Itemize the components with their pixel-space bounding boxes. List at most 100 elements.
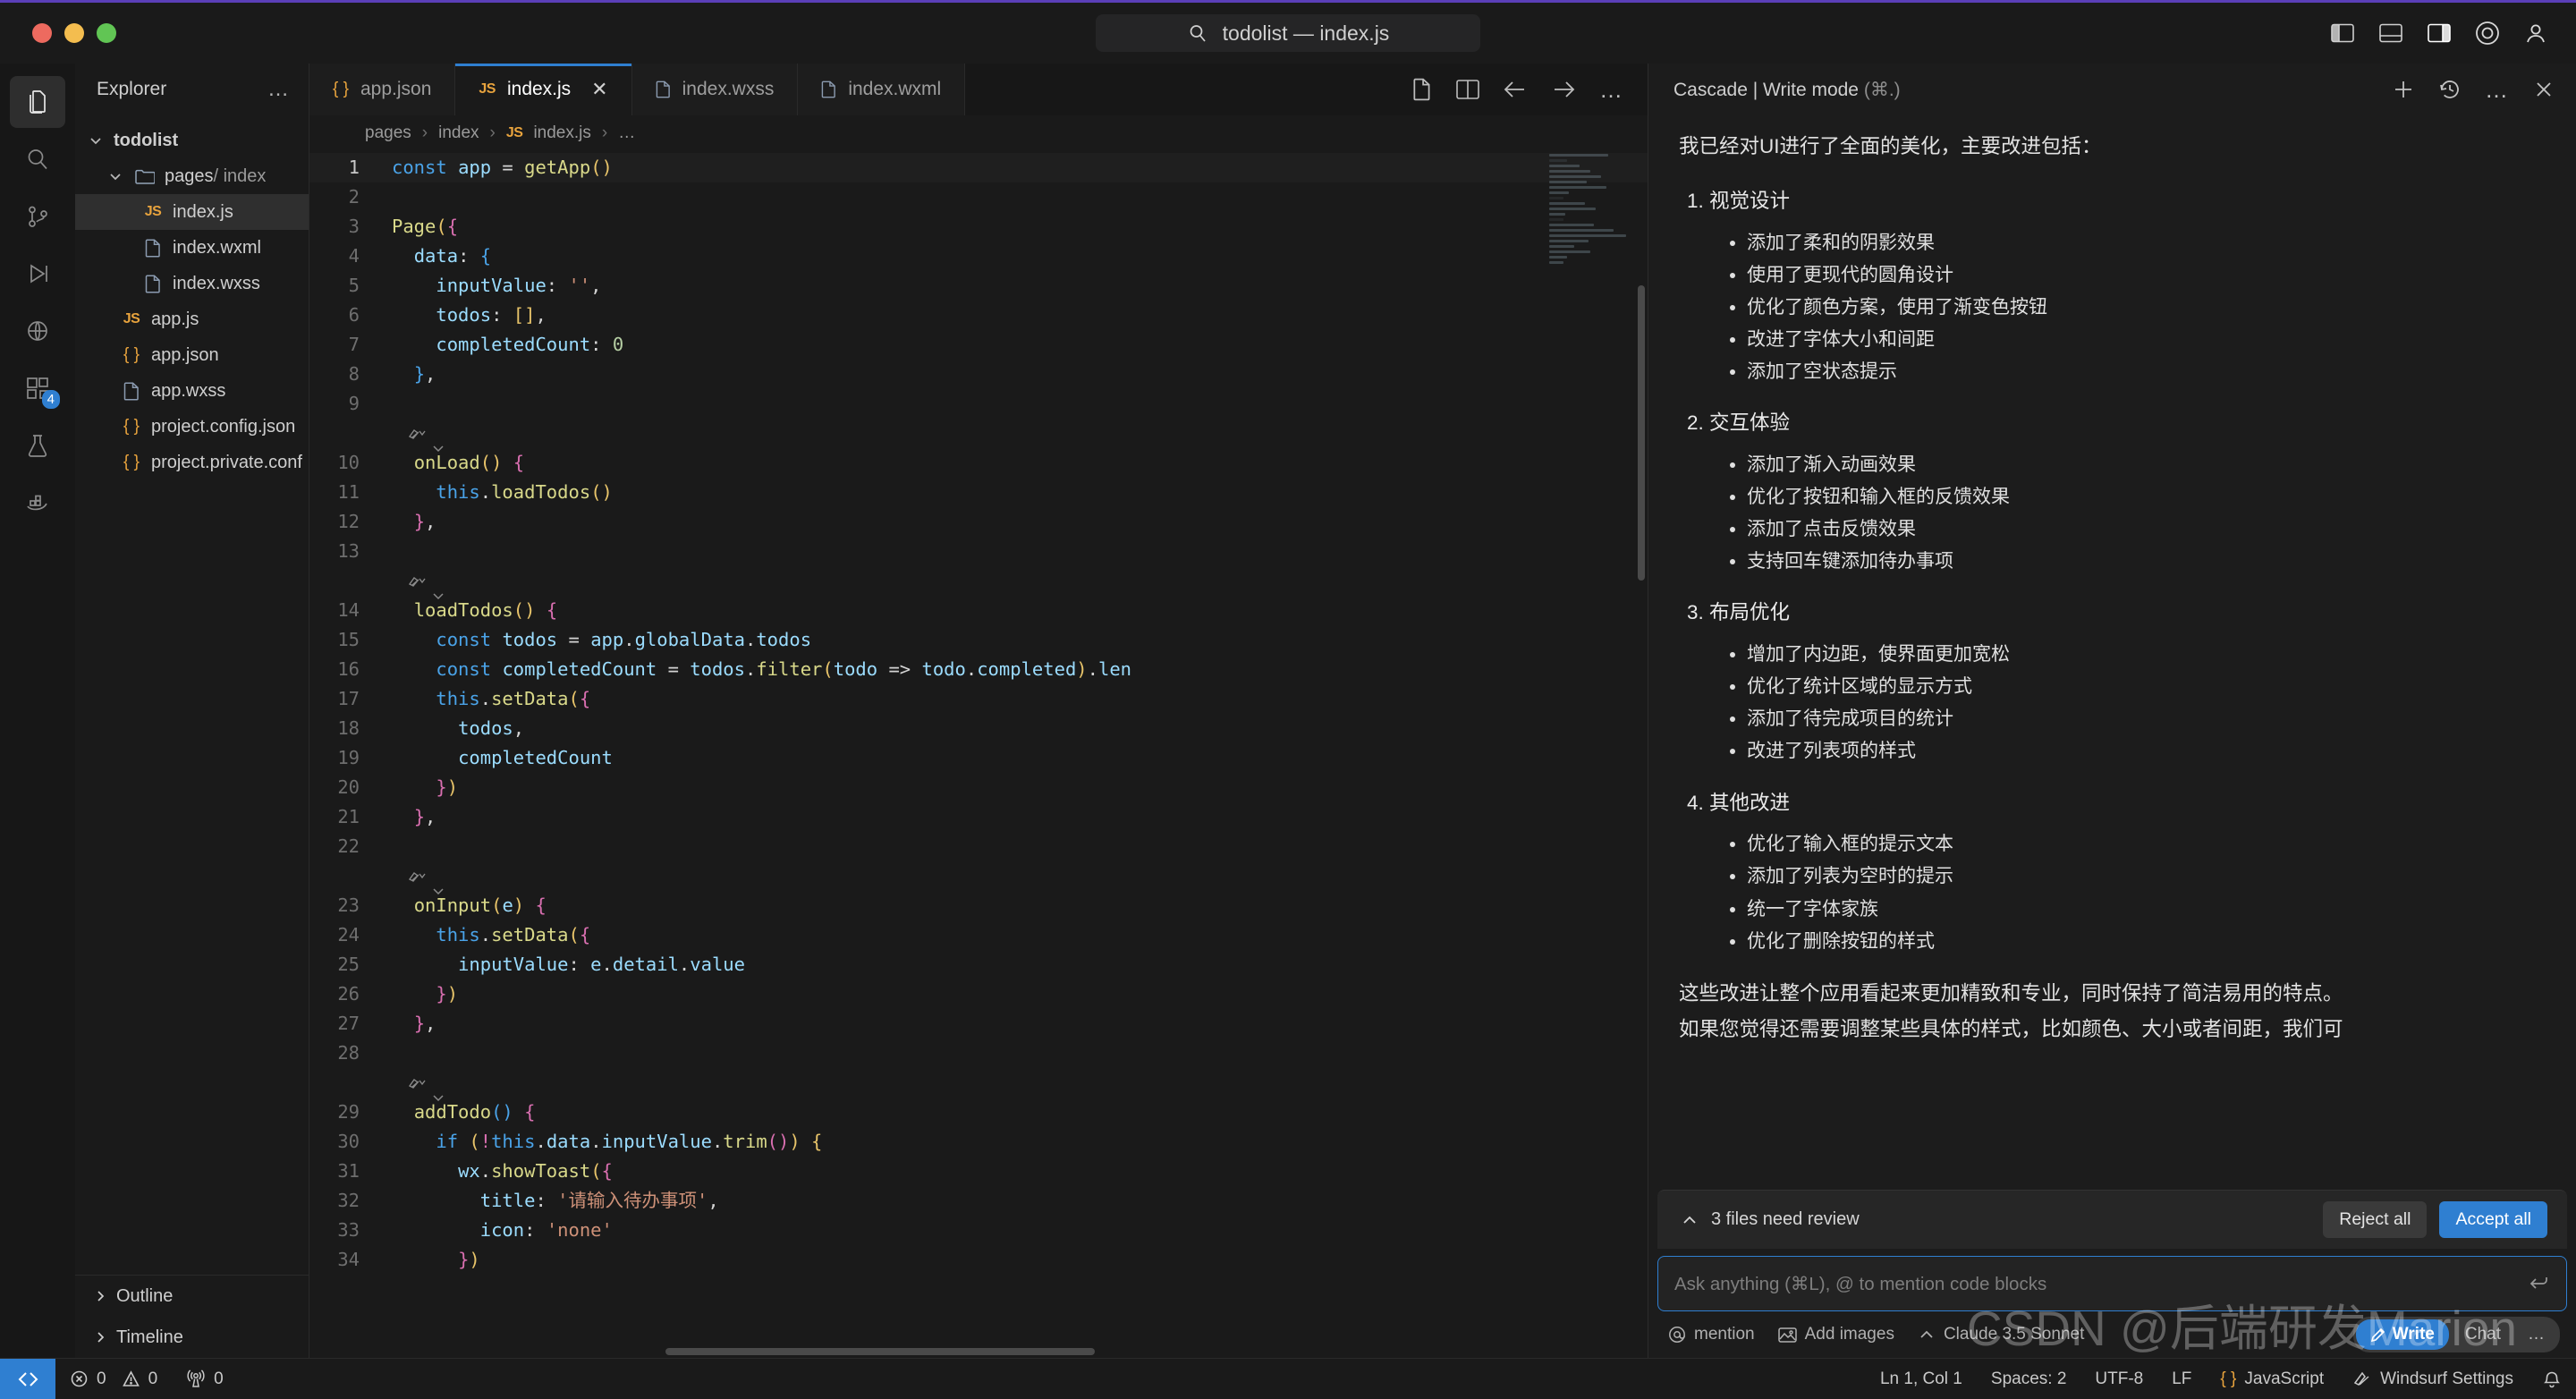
close-window-button[interactable]: [32, 23, 52, 43]
language-mode[interactable]: { } JavaScript: [2206, 1359, 2338, 1399]
code-line[interactable]: 32 title: '请输入待办事项',: [309, 1186, 1648, 1216]
tab-index-wxml[interactable]: index.wxml: [798, 64, 966, 115]
editor-horizontal-scrollbar[interactable]: [379, 1345, 1531, 1358]
accept-all-button[interactable]: Accept all: [2439, 1201, 2547, 1238]
plus-icon[interactable]: [2392, 78, 2415, 101]
activity-source-control[interactable]: [10, 191, 65, 242]
cascade-input-placeholder[interactable]: Ask anything (⌘L), @ to mention code blo…: [1674, 1273, 2529, 1295]
code-line[interactable]: 27 },: [309, 1009, 1648, 1039]
add-images-button[interactable]: Add images: [1777, 1325, 1894, 1344]
code-line[interactable]: 10 onLoad() {: [309, 448, 1648, 478]
code-text[interactable]: inputValue: '',: [379, 271, 601, 301]
tree-item-index-wxml[interactable]: index.wxml: [75, 230, 309, 266]
code-line[interactable]: 17 this.setData({: [309, 684, 1648, 714]
code-line[interactable]: 12 },: [309, 507, 1648, 537]
code-text[interactable]: }): [379, 1245, 480, 1275]
editor-vertical-scrollbar[interactable]: [1635, 151, 1648, 1358]
code-line[interactable]: 1 const app = getApp(): [309, 153, 1648, 182]
code-line[interactable]: 28: [309, 1039, 1648, 1068]
code-line[interactable]: 2: [309, 182, 1648, 212]
cursor-position[interactable]: Ln 1, Col 1: [1866, 1359, 1977, 1399]
activity-explorer[interactable]: [10, 76, 65, 128]
activity-docker[interactable]: [10, 477, 65, 529]
tab-index-wxss[interactable]: index.wxss: [631, 64, 799, 115]
code-line[interactable]: 7 completedCount: 0: [309, 330, 1648, 360]
code-text[interactable]: inputValue: e.detail.value: [379, 950, 745, 979]
code-line[interactable]: 16 const completedCount = todos.filter(t…: [309, 655, 1648, 684]
code-text[interactable]: wx.showToast({: [379, 1157, 613, 1186]
notifications-bell-icon[interactable]: [2528, 1359, 2576, 1399]
code-text[interactable]: },: [379, 507, 436, 537]
code-text[interactable]: }): [379, 773, 458, 802]
code-text[interactable]: },: [379, 360, 436, 389]
reject-all-button[interactable]: Reject all: [2323, 1201, 2428, 1238]
windsurf-settings-button[interactable]: Windsurf Settings: [2338, 1359, 2528, 1399]
review-status[interactable]: 3 files need review: [1681, 1209, 1860, 1230]
breadcrumb-item-index[interactable]: index: [438, 123, 479, 143]
code-line[interactable]: 31 wx.showToast({: [309, 1157, 1648, 1186]
sidebar-section-outline[interactable]: Outline: [75, 1276, 309, 1317]
mode-chat[interactable]: Chat: [2451, 1319, 2515, 1350]
code-line[interactable]: 19 completedCount: [309, 743, 1648, 773]
tree-item-pages-index[interactable]: pages/ index: [75, 158, 309, 194]
layout-panel-icon[interactable]: [2376, 18, 2406, 48]
maximize-window-button[interactable]: [97, 23, 116, 43]
tree-item-app-json[interactable]: { } app.json: [75, 337, 309, 373]
eol-setting[interactable]: LF: [2157, 1359, 2206, 1399]
ports-status[interactable]: 0: [172, 1359, 238, 1399]
indentation-setting[interactable]: Spaces: 2: [1977, 1359, 2081, 1399]
mode-more-icon[interactable]: …: [2517, 1325, 2557, 1344]
code-line[interactable]: [309, 1068, 1648, 1102]
new-file-icon[interactable]: [1411, 78, 1433, 101]
code-text[interactable]: onLoad() {: [379, 448, 524, 478]
back-arrow-icon[interactable]: [1503, 79, 1528, 100]
forward-arrow-icon[interactable]: [1551, 79, 1576, 100]
scrollbar-thumb[interactable]: [665, 1348, 1095, 1355]
code-text[interactable]: },: [379, 1009, 436, 1039]
code-text[interactable]: completedCount: [379, 743, 613, 773]
activity-search[interactable]: [10, 133, 65, 185]
activity-testing[interactable]: [10, 420, 65, 471]
tree-item-app-wxss[interactable]: app.wxss: [75, 373, 309, 409]
tree-item-project-private-config-json[interactable]: { } project.private.config.json: [75, 445, 309, 480]
breadcrumb-item-index-js[interactable]: index.js: [533, 123, 590, 143]
code-text[interactable]: this.setData({: [379, 684, 590, 714]
mention-button[interactable]: mention: [1668, 1325, 1755, 1344]
code-line[interactable]: 13: [309, 537, 1648, 566]
code-line[interactable]: 29 addTodo() {: [309, 1098, 1648, 1127]
tree-item-project-config-json[interactable]: { } project.config.json: [75, 409, 309, 445]
codelens-icon[interactable]: [408, 1076, 426, 1090]
code-line[interactable]: 6 todos: [],: [309, 301, 1648, 330]
tree-item-todolist[interactable]: todolist: [75, 123, 309, 158]
code-text[interactable]: const todos = app.globalData.todos: [379, 625, 811, 655]
enter-icon[interactable]: [2529, 1274, 2550, 1293]
code-text[interactable]: const completedCount = todos.filter(todo…: [379, 655, 1131, 684]
code-line[interactable]: 23 onInput(e) {: [309, 891, 1648, 920]
history-icon[interactable]: [2438, 78, 2462, 101]
layout-sidebar-left-icon[interactable]: [2327, 18, 2358, 48]
code-text[interactable]: if (!this.data.inputValue.trim()) {: [379, 1127, 822, 1157]
command-center-search[interactable]: todolist — index.js: [1096, 14, 1480, 52]
code-line[interactable]: 3 Page({: [309, 212, 1648, 242]
code-editor[interactable]: 1 const app = getApp() 2 3 Page({4 data: {5 …: [309, 151, 1648, 1358]
windsurf-icon[interactable]: [2472, 18, 2503, 48]
code-line[interactable]: 14 loadTodos() {: [309, 596, 1648, 625]
code-line[interactable]: 30 if (!this.data.inputValue.trim()) {: [309, 1127, 1648, 1157]
code-line[interactable]: 25 inputValue: e.detail.value: [309, 950, 1648, 979]
code-line[interactable]: 4 data: {: [309, 242, 1648, 271]
code-line[interactable]: [309, 861, 1648, 895]
breadcrumb-item-pages[interactable]: pages: [365, 123, 411, 143]
code-text[interactable]: addTodo() {: [379, 1098, 536, 1127]
remote-indicator-button[interactable]: [0, 1358, 55, 1399]
code-line[interactable]: 33 icon: 'none': [309, 1216, 1648, 1245]
code-line[interactable]: 20 }): [309, 773, 1648, 802]
code-line[interactable]: 5 inputValue: '',: [309, 271, 1648, 301]
code-line[interactable]: 34 }): [309, 1245, 1648, 1275]
explorer-more-button[interactable]: …: [267, 77, 291, 102]
code-text[interactable]: this.setData({: [379, 920, 590, 950]
split-editor-icon[interactable]: [1456, 79, 1479, 100]
mode-write[interactable]: Write: [2355, 1319, 2449, 1350]
tree-item-index-js[interactable]: JS index.js: [75, 194, 309, 230]
tab-close-icon[interactable]: ✕: [591, 78, 607, 101]
cascade-more-icon[interactable]: …: [2485, 76, 2510, 104]
